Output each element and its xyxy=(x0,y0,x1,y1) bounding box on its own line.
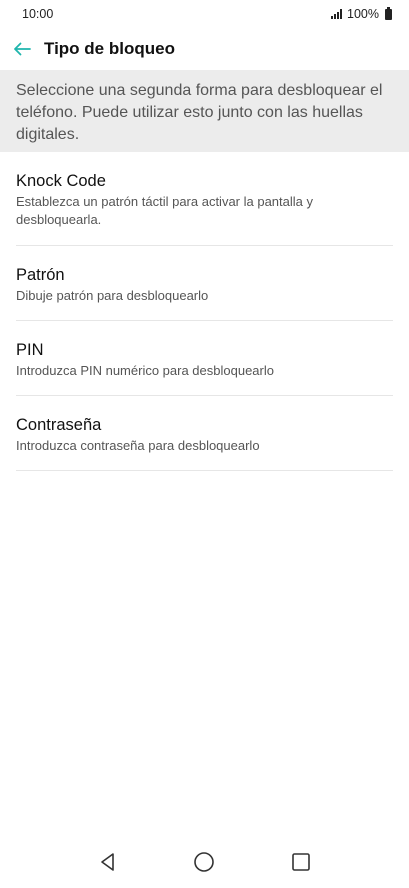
info-banner-text: Seleccione una segunda forma para desblo… xyxy=(16,82,383,143)
triangle-back-icon xyxy=(101,853,114,871)
option-pattern[interactable]: Patrón Dibuje patrón para desbloquearlo xyxy=(16,246,393,321)
page-title: Tipo de bloqueo xyxy=(44,39,175,58)
option-title: Patrón xyxy=(16,266,65,284)
status-time: 10:00 xyxy=(22,7,54,21)
nav-back-button[interactable] xyxy=(88,842,128,882)
option-description: Introduzca contraseña para desbloquearlo xyxy=(16,438,260,453)
signal-icon xyxy=(331,9,343,19)
battery-percent: 100% xyxy=(347,7,379,21)
lock-type-list: Knock Code Establezca un patrón táctil p… xyxy=(16,152,393,471)
nav-home-button[interactable] xyxy=(184,842,224,882)
square-recents-icon xyxy=(292,853,310,871)
option-knock-code[interactable]: Knock Code Establezca un patrón táctil p… xyxy=(16,152,393,246)
info-banner: Seleccione una segunda forma para desblo… xyxy=(0,70,409,152)
circle-home-icon xyxy=(194,852,215,872)
option-password[interactable]: Contraseña Introduzca contraseña para de… xyxy=(16,396,393,471)
app-bar: Tipo de bloqueo xyxy=(0,28,409,70)
back-button[interactable] xyxy=(0,28,44,70)
status-indicators: 100% xyxy=(331,6,392,21)
nav-recents-button[interactable] xyxy=(281,842,321,882)
battery-icon xyxy=(385,6,392,20)
option-title: Contraseña xyxy=(16,416,102,434)
arrow-left-icon xyxy=(14,42,31,56)
option-description: Establezca un patrón táctil para activar… xyxy=(16,194,314,227)
option-description: Dibuje patrón para desbloquearlo xyxy=(16,288,209,303)
option-title: PIN xyxy=(16,341,44,359)
navigation-bar xyxy=(0,836,409,888)
status-bar: 10:00 100% xyxy=(0,0,409,28)
option-description: Introduzca PIN numérico para desbloquear… xyxy=(16,363,274,378)
option-pin[interactable]: PIN Introduzca PIN numérico para desbloq… xyxy=(16,321,393,396)
option-title: Knock Code xyxy=(16,172,106,190)
